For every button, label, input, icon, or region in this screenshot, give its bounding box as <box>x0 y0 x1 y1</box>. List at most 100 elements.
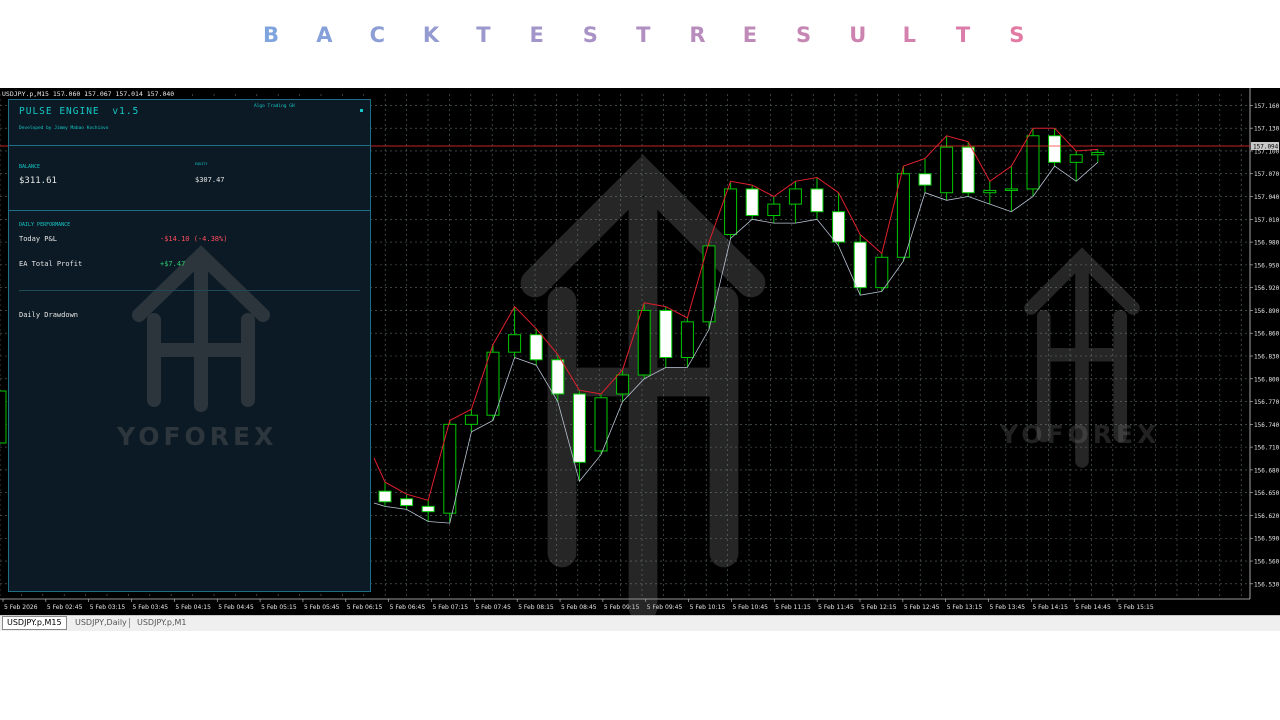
title-letter: S <box>1009 23 1025 47</box>
tab-usdjpy-daily[interactable]: USDJPY,Daily <box>71 617 131 629</box>
candle <box>0 390 7 444</box>
candle <box>529 334 543 361</box>
y-tick-label: 156.890 <box>1254 308 1280 315</box>
title-letter: T <box>955 23 971 47</box>
candle <box>464 414 478 425</box>
ea-version: v1.5 <box>112 106 140 117</box>
x-tick-label: 5 Feb 06:15 <box>347 604 383 611</box>
x-tick-label: 5 Feb 12:45 <box>904 604 940 611</box>
y-tick-label: 157.160 <box>1254 103 1280 110</box>
panel-watermark-logo <box>132 245 270 412</box>
x-tick-label: 5 Feb 11:45 <box>818 604 854 611</box>
y-tick-label: 156.800 <box>1254 376 1280 383</box>
y-tick-label: 156.740 <box>1254 422 1280 429</box>
x-tick-label: 5 Feb 05:45 <box>304 604 340 611</box>
y-tick-label: 156.830 <box>1254 353 1280 360</box>
title-letter: E <box>529 23 544 47</box>
balance-label: BALANCE <box>19 164 41 170</box>
candle <box>659 309 673 359</box>
chart-window[interactable]: 157.160 157.130 157.100 157.070 157.040 157.0… <box>0 88 1280 630</box>
candle <box>983 189 997 194</box>
candle <box>767 203 781 217</box>
y-tick-label: 156.860 <box>1254 331 1280 338</box>
y-tick-label: 156.950 <box>1254 262 1280 269</box>
equity-value: $307.47 <box>195 176 225 184</box>
y-tick-label: 156.920 <box>1254 285 1280 292</box>
chart-tab-bar: USDJPY.p,M15 USDJPY,Daily USDJPY.p,M1 <box>0 615 1280 631</box>
ea-total-profit-value: +$7.47 <box>160 260 186 268</box>
divider <box>9 210 370 211</box>
watermark-logo-large <box>520 154 766 615</box>
ea-title: PULSE ENGINE v1.5 <box>19 106 139 117</box>
y-tick-label: 157.070 <box>1254 171 1280 178</box>
title-letter: R <box>689 23 706 47</box>
ea-title-text: PULSE ENGINE <box>19 106 100 117</box>
title-letter: T <box>636 23 651 47</box>
panel-watermark: YOFOREX <box>116 245 277 451</box>
x-tick-label: 5 Feb 14:45 <box>1075 604 1111 611</box>
x-tick-label: 5 Feb 07:15 <box>433 604 469 611</box>
candle <box>637 309 651 376</box>
x-tick-label: 5 Feb 13:45 <box>990 604 1026 611</box>
today-pnl-label: Today P&L <box>19 235 57 243</box>
x-tick-label: 5 Feb 2026 <box>4 604 38 611</box>
ea-developer: Developed by Jimmy Mabao Kochiavo <box>19 126 109 131</box>
candle <box>594 397 608 452</box>
y-tick-label: 157.130 <box>1254 126 1280 133</box>
candle <box>832 211 846 243</box>
x-tick-label: 5 Feb 04:15 <box>175 604 211 611</box>
candle <box>724 188 738 235</box>
y-tick-label: 157.010 <box>1254 217 1280 224</box>
x-tick-label: 5 Feb 08:45 <box>561 604 597 611</box>
panel-watermark-text: YOFOREX <box>116 422 277 451</box>
x-tick-label: 5 Feb 13:15 <box>947 604 983 611</box>
title-letter: C <box>369 23 386 47</box>
candle <box>1004 188 1018 191</box>
candle <box>745 188 759 217</box>
candle <box>940 146 954 194</box>
candle <box>680 321 694 359</box>
title-letter: S <box>582 23 598 47</box>
candle <box>400 498 414 507</box>
tab-usdjpy-p-m1[interactable]: USDJPY.p,M1 <box>133 617 191 629</box>
x-tick-label: 5 Feb 03:45 <box>133 604 169 611</box>
y-tick-label: 156.560 <box>1254 559 1280 566</box>
x-tick-label: 5 Feb 04:45 <box>218 604 254 611</box>
tab-separator <box>129 618 130 628</box>
balance-value: $311.61 <box>19 176 57 186</box>
x-tick-label: 5 Feb 10:45 <box>732 604 768 611</box>
x-tick-label: 5 Feb 12:15 <box>861 604 897 611</box>
y-tick-label: 156.680 <box>1254 467 1280 474</box>
y-tick-label: 156.530 <box>1254 581 1280 588</box>
x-tick-label: 5 Feb 10:15 <box>690 604 726 611</box>
x-tick-label: 5 Feb 11:15 <box>775 604 811 611</box>
ea-dashboard-panel: YOFOREX PULSE ENGINE v1.5 Algo Trading G… <box>8 99 371 592</box>
y-tick-label: 157.040 <box>1254 194 1280 201</box>
ea-brand: Algo Trading GH <box>254 104 295 109</box>
title-letter: K <box>422 23 440 47</box>
y-tick-label: 156.620 <box>1254 513 1280 520</box>
candle <box>572 393 586 463</box>
candle <box>896 173 910 258</box>
title-letter: E <box>742 23 758 47</box>
divider <box>19 290 360 291</box>
candle <box>1069 154 1083 163</box>
candle <box>378 490 392 503</box>
tab-usdjpy-p-m15[interactable]: USDJPY.p,M15 <box>2 616 67 630</box>
title-letter: B <box>263 23 280 47</box>
watermark-text-right: YOFOREX <box>999 420 1160 449</box>
divider <box>9 145 370 146</box>
candle <box>961 146 975 194</box>
title-letter: L <box>902 23 916 47</box>
x-tick-label: 5 Feb 03:15 <box>90 604 126 611</box>
candle <box>486 351 500 416</box>
candle <box>918 173 932 186</box>
equity-label: EQUITY <box>195 162 208 166</box>
daily-performance-label: DAILY PERFORMANCE <box>19 222 71 228</box>
y-tick-label: 156.980 <box>1254 240 1280 247</box>
candle <box>853 241 867 289</box>
candle <box>810 188 824 213</box>
y-tick-label: 156.650 <box>1254 490 1280 497</box>
daily-drawdown-label: Daily Drawdown <box>19 311 79 319</box>
candle <box>421 505 435 513</box>
